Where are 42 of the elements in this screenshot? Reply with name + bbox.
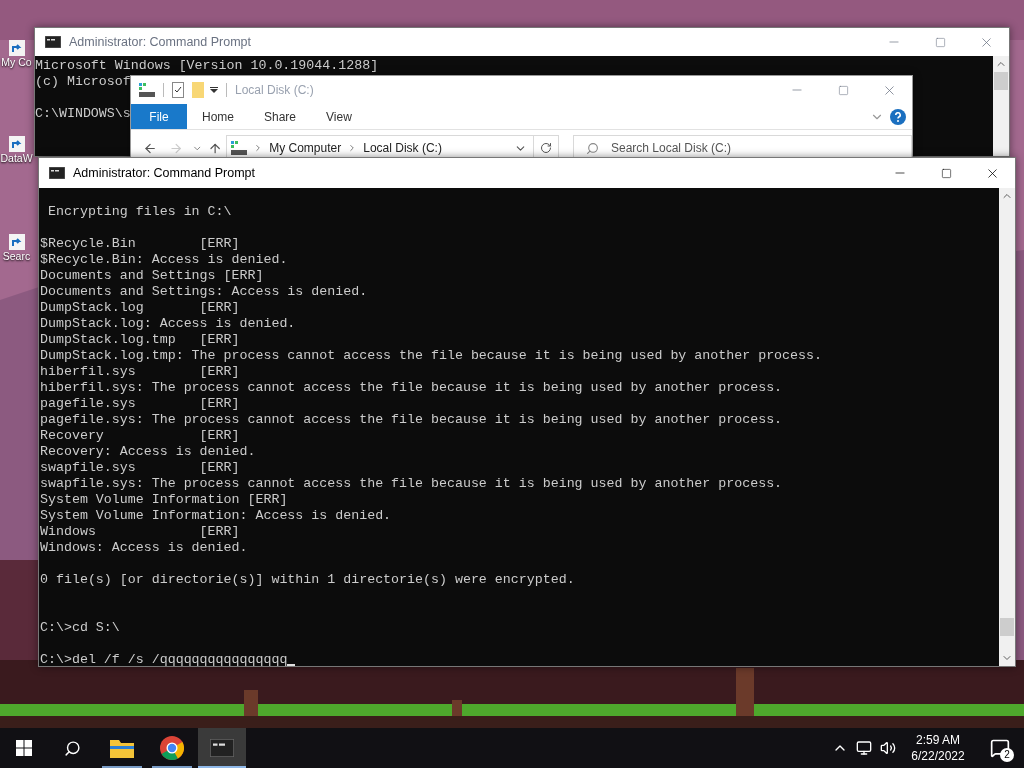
- console-line: hiberfil.sys: The process cannot access the file because it is being used by another process.: [40, 380, 783, 396]
- console-line: $Recycle.Bin: Access is denied.: [40, 252, 288, 268]
- window-title: Administrator: Command Prompt: [69, 33, 251, 51]
- console-line: Documents and Settings [ERR]: [40, 268, 264, 284]
- console-line: Documents and Settings: Access is denied.: [40, 284, 368, 300]
- console-line: C:\>cd S:\: [40, 620, 120, 636]
- console-line: (c) Microsof: [35, 74, 131, 90]
- console-line: swapfile.sys: The process cannot access the file because it is being used by another process.: [40, 476, 783, 492]
- console-line: $Recycle.Bin [ERR]: [40, 236, 240, 252]
- console-line: swapfile.sys [ERR]: [40, 460, 240, 476]
- console-line: C:\>del /f /s /qqqqqqqqqqqqqqqq: [40, 652, 288, 666]
- console-line: DumpStack.log: Access is denied.: [40, 316, 296, 332]
- ribbon-tab[interactable]: File: [131, 104, 187, 129]
- console-line: C:\WINDOWS\s: [35, 106, 131, 122]
- ribbon-tab[interactable]: Home: [187, 104, 249, 129]
- console-line: System Volume Information [ERR]: [40, 492, 288, 508]
- ribbon-tab[interactable]: Share: [249, 104, 312, 129]
- console-line: Windows [ERR]: [40, 524, 240, 540]
- console-line: hiberfil.sys [ERR]: [40, 364, 240, 380]
- console-line: Encrypting files in C:\: [46, 204, 232, 220]
- console-line: Recovery [ERR]: [40, 428, 240, 444]
- desktop-icon-label[interactable]: DataW: [0, 152, 33, 165]
- window-title: Local Disk (C:): [235, 82, 314, 99]
- console-line: DumpStack.log.tmp [ERR]: [40, 332, 240, 348]
- search-input[interactable]: Search Local Disk (C:): [611, 139, 911, 157]
- console-line: DumpStack.log [ERR]: [40, 300, 240, 316]
- notification-count: 2: [1000, 748, 1014, 762]
- breadcrumb-item[interactable]: Local Disk (C:): [363, 139, 442, 157]
- desktop-icon-label[interactable]: Searc: [2, 250, 31, 263]
- clock[interactable]: 2:59 AM 6/22/2022: [906, 732, 970, 764]
- window-title: Administrator: Command Prompt: [73, 164, 255, 182]
- console-line: pagefile.sys [ERR]: [40, 396, 240, 412]
- breadcrumb-item[interactable]: My Computer: [269, 139, 342, 157]
- console-line: Recovery: Access is denied.: [40, 444, 256, 460]
- console-line: System Volume Information: Access is denied.: [40, 508, 392, 524]
- ribbon-tab[interactable]: View: [311, 104, 367, 129]
- console-line: Windows: Access is denied.: [40, 540, 248, 556]
- console-line: Microsoft Windows [Version 10.0.19044.1288]: [35, 58, 379, 74]
- console-line: 0 file(s) [or directorie(s)] within 1 directorie(s) were encrypted.: [40, 572, 575, 588]
- desktop-icon-label[interactable]: My Co: [1, 56, 32, 69]
- console-line: DumpStack.log.tmp: The process cannot access the file because it is being used by another process.: [40, 348, 822, 364]
- console-line: pagefile.sys: The process cannot access the file because it is being used by another process.: [40, 412, 783, 428]
